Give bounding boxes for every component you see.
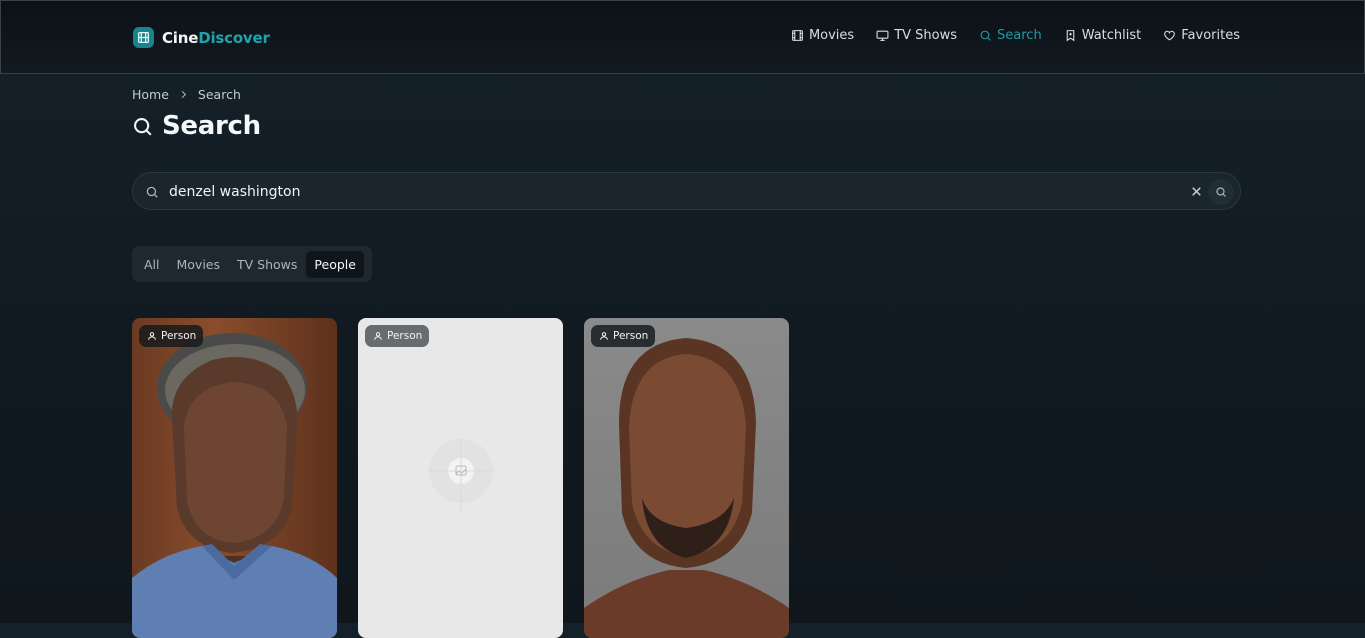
film-logo-icon	[133, 27, 154, 48]
image-placeholder-icon	[428, 438, 494, 514]
nav-favorites[interactable]: Favorites	[1163, 28, 1240, 43]
nav-movies-label: Movies	[808, 28, 855, 43]
nav-watchlist-label: Watchlist	[1081, 28, 1142, 43]
tab-people[interactable]: People	[306, 250, 364, 278]
main-nav: Movies TV Shows Search Watchlist Favorit…	[791, 28, 1240, 43]
tab-all[interactable]: All	[136, 251, 168, 278]
filter-tabs: All Movies TV Shows People	[132, 246, 372, 282]
result-card[interactable]: Person	[358, 318, 563, 638]
result-card[interactable]: Person	[132, 318, 337, 638]
search-input[interactable]	[169, 181, 1169, 203]
user-icon	[374, 332, 382, 340]
search-icon	[146, 186, 158, 198]
nav-favorites-label: Favorites	[1181, 28, 1240, 43]
person-badge-label: Person	[613, 330, 649, 342]
nav-watchlist[interactable]: Watchlist	[1064, 28, 1142, 43]
breadcrumb-current: Search	[197, 87, 241, 102]
person-badge-label: Person	[387, 330, 423, 342]
nav-tv-shows[interactable]: TV Shows	[876, 28, 957, 43]
nav-movies[interactable]: Movies	[791, 28, 854, 43]
person-photo	[132, 333, 337, 638]
nav-search-label: Search	[997, 28, 1042, 43]
page-title-text: Search	[162, 111, 261, 141]
nav-search[interactable]: Search	[979, 28, 1042, 43]
film-icon	[792, 30, 803, 41]
page-title: Search	[132, 111, 261, 141]
brand-name-part2: Discover	[198, 28, 270, 47]
chevron-right-icon	[181, 90, 186, 99]
search-bar	[132, 172, 1241, 210]
search-submit-button[interactable]	[1208, 179, 1234, 205]
user-icon	[148, 332, 156, 340]
search-icon	[134, 117, 152, 136]
brand-name: CineDiscover	[162, 29, 270, 47]
top-header: CineDiscover Movies TV Shows Search Watc…	[0, 0, 1365, 74]
tab-movies[interactable]: Movies	[169, 251, 229, 278]
clear-icon[interactable]	[1190, 185, 1203, 198]
search-icon	[1216, 187, 1226, 197]
user-icon	[600, 332, 608, 340]
breadcrumb: Home Search	[132, 87, 241, 102]
person-badge: Person	[139, 325, 204, 347]
nav-tv-shows-label: TV Shows	[894, 28, 958, 43]
brand-name-part1: Cine	[162, 28, 199, 47]
breadcrumb-home[interactable]: Home	[132, 87, 169, 102]
person-badge: Person	[365, 325, 430, 347]
bookmark-icon	[1066, 30, 1074, 42]
search-icon	[980, 30, 991, 41]
person-badge-label: Person	[161, 330, 197, 342]
result-card[interactable]: Person	[584, 318, 789, 638]
tv-icon	[876, 30, 889, 41]
person-photo	[584, 338, 789, 638]
logo[interactable]: CineDiscover	[133, 27, 270, 48]
person-badge: Person	[591, 325, 656, 347]
tab-tv-shows[interactable]: TV Shows	[229, 251, 305, 278]
heart-icon	[1164, 30, 1176, 41]
